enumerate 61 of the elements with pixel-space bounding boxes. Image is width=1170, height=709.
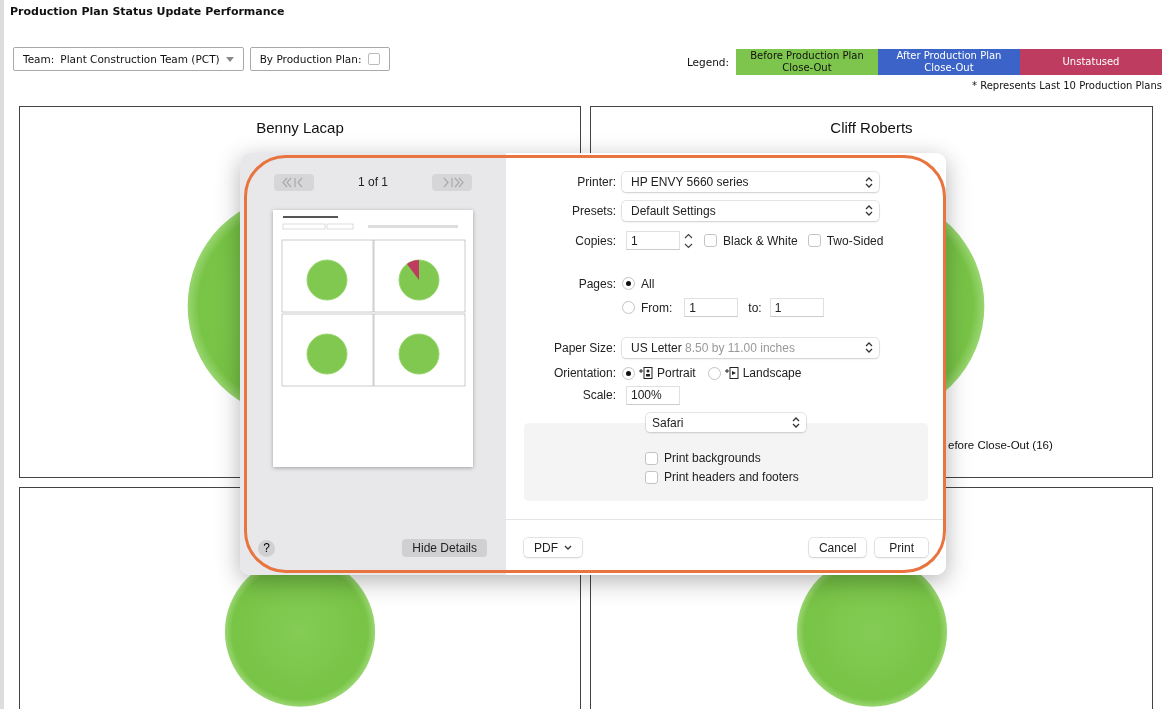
radio-button[interactable] [622, 301, 635, 315]
hide-details-button[interactable]: Hide Details [402, 539, 487, 557]
checkbox[interactable] [704, 234, 717, 248]
chevron-up-down-icon [865, 205, 873, 217]
radio-button[interactable] [707, 366, 721, 380]
checkbox[interactable] [367, 53, 380, 65]
checkbox-option[interactable]: Print backgrounds [645, 451, 928, 465]
production-plan-toggle[interactable]: By Production Plan: [249, 47, 390, 71]
presets-label: Presets: [571, 203, 616, 218]
slice-label: efore Close-Out (16) [948, 439, 1053, 451]
page-counter: 1 of 1 [358, 175, 388, 189]
checkbox[interactable] [645, 451, 658, 465]
stepper-icon[interactable] [683, 231, 694, 250]
portrait-icon [639, 367, 653, 380]
radio-option[interactable]: Landscape [707, 366, 802, 381]
next-page-button[interactable] [432, 173, 472, 191]
radio-button[interactable] [622, 277, 635, 291]
checkbox-option[interactable]: Print headers and footers [645, 470, 928, 484]
legend-label: Legend: [686, 56, 729, 68]
radio-option[interactable]: From: [622, 300, 673, 315]
previous-page-button[interactable] [274, 173, 314, 191]
printer-label: Printer: [576, 175, 616, 190]
orientation-label: Orientation: [552, 366, 616, 381]
checkbox-option[interactable]: Black & White [704, 233, 798, 248]
team-dropdown[interactable]: Team: Plant Construction Team (PCT) [13, 47, 244, 71]
scale-field[interactable]: 100% [626, 385, 680, 405]
pages-label: Pages: [577, 276, 616, 291]
legend-item: Unstatused [1020, 49, 1162, 75]
panel-title: Benny Lacap [256, 119, 344, 138]
legend-item: After Production Plan Close-Out [878, 49, 1020, 75]
radio-option[interactable]: Portrait [622, 366, 696, 381]
copies-label: Copies: [574, 233, 616, 248]
page-title: Production Plan Status Update Performance [9, 4, 286, 20]
presets-select[interactable]: Default Settings [622, 200, 879, 221]
legend-note: * Represents Last 10 Production Plans [972, 80, 1162, 91]
copies-field[interactable]: 1 [626, 231, 680, 251]
help-button[interactable]: ? [258, 539, 275, 557]
radio-button[interactable] [622, 366, 635, 380]
pdf-button[interactable]: PDF [524, 538, 582, 557]
app-options-select[interactable]: Safari [646, 413, 806, 432]
panel-title: Cliff Roberts [830, 119, 913, 138]
radio-option[interactable]: All [622, 276, 655, 291]
paper-size-label: Paper Size: [552, 340, 616, 355]
print-button[interactable]: Print [875, 538, 928, 557]
checkbox[interactable] [645, 470, 658, 484]
chevron-down-icon [564, 545, 572, 550]
from-page-field[interactable]: 1 [684, 298, 739, 318]
cancel-button[interactable]: Cancel [808, 538, 867, 557]
chevron-up-down-icon [865, 342, 873, 354]
legend-item: Before Production Plan Close-Out [736, 49, 878, 75]
chevron-up-down-icon [792, 417, 800, 428]
chevron-up-down-icon [865, 176, 873, 188]
landscape-icon [724, 367, 739, 380]
checkbox[interactable] [807, 234, 821, 248]
paper-size-select[interactable]: US Letter 8.50 by 11.00 inches [622, 337, 879, 358]
to-label: to: [748, 300, 762, 315]
checkbox-option[interactable]: Two-Sided [807, 233, 884, 248]
printer-select[interactable]: HP ENVY 5660 series [622, 172, 879, 193]
caret-icon [225, 56, 234, 62]
to-page-field[interactable]: 1 [769, 298, 824, 318]
scale-label: Scale: [581, 388, 616, 403]
